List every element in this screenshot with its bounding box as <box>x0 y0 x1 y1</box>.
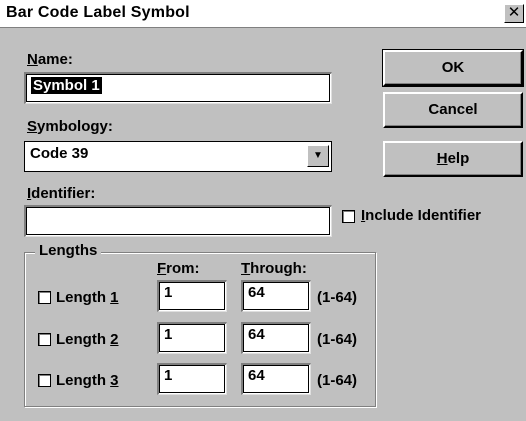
length-1-checkbox[interactable] <box>38 291 51 304</box>
length-2-from-input[interactable]: 1 <box>157 322 227 354</box>
length-3-label[interactable]: Length 3 <box>56 372 119 389</box>
close-icon[interactable]: ✕ <box>504 4 524 23</box>
length-3-from-input[interactable]: 1 <box>157 363 227 395</box>
ok-button[interactable]: OK <box>382 49 524 87</box>
symbology-label-rest: ymbology: <box>37 118 113 135</box>
lengths-group-label: Lengths <box>35 242 102 259</box>
name-input[interactable]: Symbol 1 <box>24 72 332 104</box>
through-header-mnemonic: T <box>241 260 251 277</box>
length-1-range: (1-64) <box>317 289 358 306</box>
name-label-mnemonic: N <box>27 51 38 68</box>
length-1-from-value: 1 <box>164 284 173 301</box>
length-1-through-value: 64 <box>248 284 265 301</box>
identifier-input[interactable] <box>24 205 332 237</box>
length-3-label-text: Length <box>56 372 111 389</box>
symbology-label-mnemonic: S <box>27 118 38 135</box>
name-label-rest: ame: <box>37 51 73 68</box>
length-2-label[interactable]: Length 2 <box>56 331 119 348</box>
from-header-rest: rom: <box>166 260 200 277</box>
symbology-label: Symbology: <box>27 118 113 135</box>
chevron-down-icon[interactable]: ▼ <box>307 145 329 167</box>
name-label: Name: <box>27 51 73 68</box>
length-1-label[interactable]: Length 1 <box>56 289 119 306</box>
window-title: Bar Code Label Symbol <box>6 4 190 21</box>
include-identifier-rest: nclude Identifier <box>365 207 482 224</box>
bar-code-label-symbol-dialog: Bar Code Label Symbol ✕ Name: Symbol 1 S… <box>0 0 526 421</box>
length-3-range: (1-64) <box>317 372 358 389</box>
include-identifier-label[interactable]: Include Identifier <box>361 207 481 224</box>
from-header-mnemonic: F <box>157 260 167 277</box>
symbology-select-value: Code 39 <box>30 145 89 162</box>
length-3-checkbox[interactable] <box>38 374 51 387</box>
length-3-from-value: 1 <box>164 367 173 384</box>
length-1-label-text: Length <box>56 289 111 306</box>
length-3-mnemonic: 3 <box>110 372 119 389</box>
length-2-mnemonic: 2 <box>110 331 119 348</box>
through-header-rest: hrough: <box>250 260 307 277</box>
length-1-from-input[interactable]: 1 <box>157 280 227 312</box>
help-button[interactable]: Help <box>383 141 523 177</box>
length-2-from-value: 1 <box>164 326 173 343</box>
length-2-label-text: Length <box>56 331 111 348</box>
help-button-rest: elp <box>447 150 470 167</box>
length-3-through-input[interactable]: 64 <box>241 363 311 395</box>
length-2-range: (1-64) <box>317 331 358 348</box>
length-2-through-input[interactable]: 64 <box>241 322 311 354</box>
identifier-label-rest: dentifier: <box>31 185 96 202</box>
help-button-mnemonic: H <box>436 150 448 167</box>
length-3-through-value: 64 <box>248 367 265 384</box>
length-1-through-input[interactable]: 64 <box>241 280 311 312</box>
include-identifier-checkbox[interactable] <box>342 210 355 223</box>
cancel-button[interactable]: Cancel <box>383 92 523 128</box>
name-input-value: Symbol 1 <box>31 77 102 94</box>
through-header: Through: <box>241 260 307 277</box>
from-header: From: <box>157 260 200 277</box>
identifier-label: Identifier: <box>27 185 95 202</box>
title-bar[interactable]: Bar Code Label Symbol ✕ <box>0 0 526 28</box>
symbology-select[interactable]: Code 39 ▼ <box>24 141 332 172</box>
length-2-checkbox[interactable] <box>38 333 51 346</box>
length-1-mnemonic: 1 <box>110 289 119 306</box>
length-2-through-value: 64 <box>248 326 265 343</box>
